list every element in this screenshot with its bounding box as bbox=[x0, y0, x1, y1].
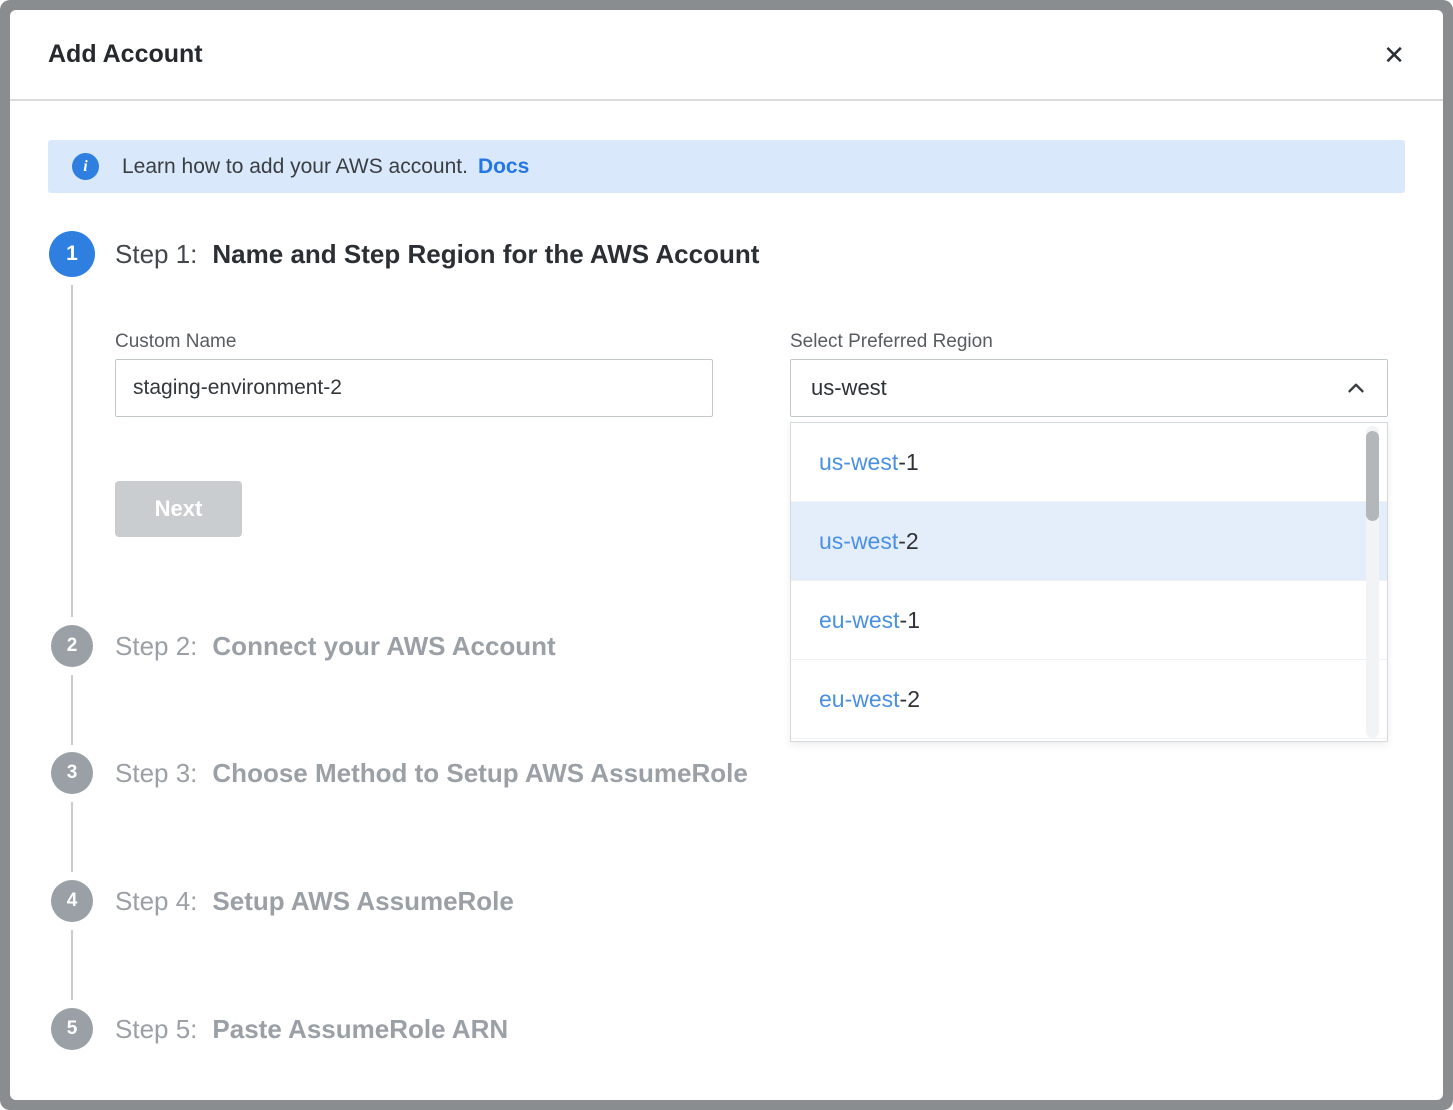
step-4-header: Step 4: Setup AWS AssumeRole bbox=[115, 878, 514, 924]
dropdown-scrollbar-track[interactable] bbox=[1366, 426, 1379, 738]
step-5-number: 5 bbox=[67, 1018, 78, 1040]
step-connector-2 bbox=[71, 675, 73, 745]
step-2-header: Step 2: Connect your AWS Account bbox=[115, 623, 556, 669]
step-5-title: Paste AssumeRole ARN bbox=[212, 1014, 508, 1045]
step-4-badge: 4 bbox=[51, 880, 93, 922]
preferred-region-value: us-west bbox=[811, 375, 887, 401]
next-button[interactable]: Next bbox=[115, 481, 242, 537]
region-option-eu-west-2[interactable]: eu-west-2 bbox=[791, 660, 1387, 739]
region-option-eu-west-1[interactable]: eu-west-1 bbox=[791, 581, 1387, 660]
option-match-text: eu-west bbox=[819, 686, 900, 713]
step-5-badge: 5 bbox=[51, 1008, 93, 1050]
custom-name-input[interactable] bbox=[115, 359, 713, 417]
custom-name-label: Custom Name bbox=[115, 331, 236, 353]
step-3-title: Choose Method to Setup AWS AssumeRole bbox=[212, 758, 747, 789]
step-2-number: 2 bbox=[67, 635, 78, 657]
modal-header: Add Account ✕ bbox=[10, 10, 1443, 101]
step-2-title: Connect your AWS Account bbox=[212, 631, 555, 662]
step-3-header: Step 3: Choose Method to Setup AWS Assum… bbox=[115, 750, 748, 796]
region-dropdown-list: us-west-1 us-west-2 eu-west-1 eu-west-2 bbox=[790, 422, 1388, 742]
region-option-us-west-1[interactable]: us-west-1 bbox=[791, 423, 1387, 502]
region-option-us-west-2[interactable]: us-west-2 bbox=[791, 502, 1387, 581]
add-account-modal: Add Account ✕ i Learn how to add your AW… bbox=[10, 10, 1443, 1100]
modal-frame: Add Account ✕ i Learn how to add your AW… bbox=[0, 0, 1453, 1110]
step-3-number: 3 bbox=[67, 762, 78, 784]
step-connector-3 bbox=[71, 802, 73, 872]
banner-text: Learn how to add your AWS account. bbox=[122, 155, 468, 179]
close-icon[interactable]: ✕ bbox=[1383, 42, 1405, 68]
step-5-label: Step 5: bbox=[115, 1014, 197, 1045]
option-match-text: us-west bbox=[819, 528, 898, 555]
step-4-title: Setup AWS AssumeRole bbox=[212, 886, 513, 917]
step-3-label: Step 3: bbox=[115, 758, 197, 789]
option-rest-text: -1 bbox=[898, 449, 918, 476]
option-rest-text: -2 bbox=[898, 528, 918, 555]
info-banner: i Learn how to add your AWS account. Doc… bbox=[48, 140, 1405, 193]
step-1-title: Name and Step Region for the AWS Account bbox=[212, 239, 759, 270]
option-rest-text: -1 bbox=[900, 607, 920, 634]
step-2-badge: 2 bbox=[51, 625, 93, 667]
option-rest-text: -2 bbox=[900, 686, 920, 713]
docs-link[interactable]: Docs bbox=[478, 155, 529, 179]
option-match-text: eu-west bbox=[819, 607, 900, 634]
step-3-badge: 3 bbox=[51, 752, 93, 794]
info-icon: i bbox=[72, 153, 99, 180]
option-match-text: us-west bbox=[819, 449, 898, 476]
step-1-number: 1 bbox=[66, 242, 78, 266]
step-4-number: 4 bbox=[67, 890, 78, 912]
step-4-label: Step 4: bbox=[115, 886, 197, 917]
step-1-badge: 1 bbox=[49, 231, 95, 277]
step-connector-4 bbox=[71, 930, 73, 1000]
step-5-header: Step 5: Paste AssumeRole ARN bbox=[115, 1006, 508, 1052]
modal-title: Add Account bbox=[48, 40, 203, 69]
step-connector-1 bbox=[71, 285, 73, 617]
step-1-header: Step 1: Name and Step Region for the AWS… bbox=[115, 231, 759, 277]
preferred-region-label: Select Preferred Region bbox=[790, 331, 993, 353]
dropdown-scrollbar-thumb[interactable] bbox=[1366, 431, 1379, 521]
step-2-label: Step 2: bbox=[115, 631, 197, 662]
step-1-label: Step 1: bbox=[115, 239, 197, 270]
preferred-region-select[interactable]: us-west bbox=[790, 359, 1388, 417]
chevron-up-icon bbox=[1343, 375, 1369, 401]
